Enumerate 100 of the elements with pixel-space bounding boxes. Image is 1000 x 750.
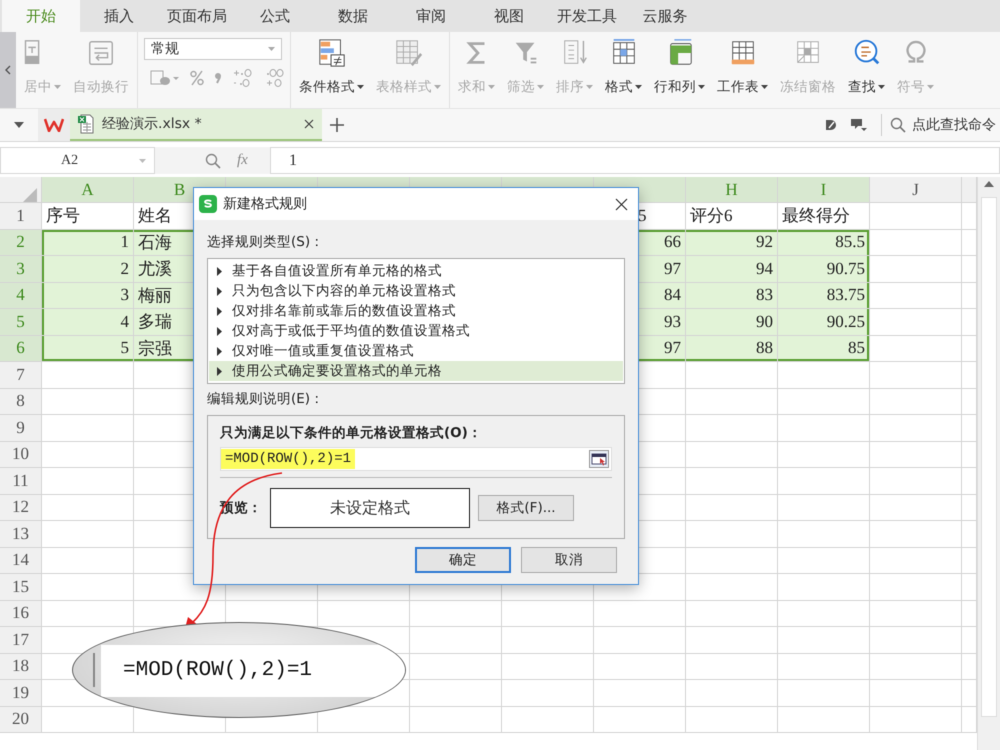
caret-icon bbox=[268, 47, 275, 51]
caret-icon bbox=[635, 85, 642, 89]
plus-icon[interactable] bbox=[330, 118, 344, 132]
format-button[interactable]: 格式(F)... bbox=[478, 495, 574, 521]
caret-icon bbox=[927, 85, 934, 89]
caret-icon bbox=[434, 85, 441, 89]
range-select-icon[interactable] bbox=[589, 450, 609, 468]
table-cell: 83 bbox=[686, 282, 778, 309]
row-header[interactable]: 4 bbox=[0, 282, 42, 309]
ribbon-button[interactable]: 格式 bbox=[601, 38, 646, 96]
row-header[interactable]: 19 bbox=[0, 680, 42, 706]
caret-icon bbox=[357, 85, 364, 89]
conditional-format-icon bbox=[316, 38, 346, 68]
caret-icon bbox=[878, 85, 885, 89]
row-header[interactable]: 5 bbox=[0, 309, 42, 336]
dialog-button[interactable]: 取消 bbox=[521, 547, 617, 573]
table-cell: 3 bbox=[42, 282, 134, 309]
row-header[interactable]: 9 bbox=[0, 415, 42, 442]
row-header[interactable]: 11 bbox=[0, 468, 42, 494]
ribbon-button[interactable]: 行和列 bbox=[650, 38, 709, 96]
row-header[interactable]: 20 bbox=[0, 706, 42, 733]
row-header[interactable]: 16 bbox=[0, 600, 42, 627]
search-icon bbox=[890, 117, 906, 133]
row-header[interactable]: 3 bbox=[0, 256, 42, 282]
dropdown-icon[interactable] bbox=[14, 122, 24, 128]
formula-text: =MOD(ROW(),2)=1 bbox=[123, 659, 312, 682]
table-cell: 88 bbox=[686, 336, 778, 362]
table-cell: 85 bbox=[778, 336, 870, 362]
table-cell: 92 bbox=[686, 230, 778, 256]
formula-input[interactable]: 1 bbox=[270, 147, 1000, 174]
dialog-button[interactable]: 确定 bbox=[415, 547, 511, 573]
row-header[interactable]: 2 bbox=[0, 230, 42, 256]
column-header[interactable]: I bbox=[778, 177, 870, 203]
comment-icon[interactable] bbox=[851, 118, 867, 132]
ribbon-button[interactable]: 查找 bbox=[844, 38, 889, 96]
pen-icon[interactable] bbox=[825, 119, 837, 131]
row-header[interactable]: 17 bbox=[0, 627, 42, 654]
expand-icon bbox=[217, 346, 222, 356]
scrollbar-thumb[interactable] bbox=[981, 197, 997, 717]
section-label: 编辑规则说明(E)： bbox=[207, 390, 324, 408]
document-tab[interactable]: 经验演示.xlsx * bbox=[70, 109, 322, 141]
menu-tab[interactable]: 审阅 bbox=[392, 0, 470, 32]
expand-icon bbox=[217, 366, 222, 376]
caret-icon bbox=[488, 85, 495, 89]
table-cell: 94 bbox=[686, 256, 778, 282]
table-cell: 4 bbox=[42, 309, 134, 336]
preview-box: 未设定格式 bbox=[270, 488, 470, 528]
expand-icon bbox=[217, 286, 222, 296]
row-header[interactable]: 1 bbox=[0, 203, 42, 230]
scroll-up-icon[interactable] bbox=[984, 181, 994, 187]
table-brush-icon bbox=[394, 38, 424, 68]
formula-field[interactable]: =MOD(ROW(),2)=1 bbox=[220, 447, 612, 471]
close-icon[interactable] bbox=[304, 119, 314, 129]
table-cell: 2 bbox=[42, 256, 134, 282]
row-header[interactable]: 15 bbox=[0, 574, 42, 600]
logo-icon[interactable] bbox=[44, 118, 64, 132]
menu-tab[interactable]: 插入 bbox=[80, 0, 158, 32]
table-cell: 90.75 bbox=[778, 256, 870, 282]
row-header[interactable]: 6 bbox=[0, 336, 42, 362]
column-header[interactable]: J bbox=[870, 177, 962, 203]
row-header[interactable]: 14 bbox=[0, 548, 42, 574]
rule-type-item[interactable]: 使用公式确定要设置格式的单元格 bbox=[209, 361, 623, 381]
spreadsheet-file-icon bbox=[78, 114, 94, 134]
caret-icon bbox=[139, 158, 146, 162]
row-header[interactable]: 8 bbox=[0, 388, 42, 415]
menu-tab[interactable]: 开发工具 bbox=[548, 0, 626, 32]
collapse-icon[interactable] bbox=[5, 65, 11, 75]
ribbon-button[interactable]: 工作表 bbox=[713, 38, 772, 96]
table-cell: 90 bbox=[686, 309, 778, 336]
close-icon[interactable] bbox=[615, 198, 628, 210]
menu-tab[interactable]: 云服务 bbox=[626, 0, 704, 32]
dialog-title: 新建格式规则 bbox=[223, 195, 308, 213]
row-header[interactable]: 7 bbox=[0, 362, 42, 388]
expand-icon bbox=[217, 266, 222, 276]
table-cell: 90.25 bbox=[778, 309, 870, 336]
menu-tab[interactable]: 公式 bbox=[236, 0, 314, 32]
wrap-text-icon bbox=[86, 38, 116, 68]
caret-icon bbox=[586, 85, 593, 89]
menu-tab[interactable]: 数据 bbox=[314, 0, 392, 32]
app-icon bbox=[199, 195, 217, 213]
table-cell: 1 bbox=[42, 230, 134, 256]
row-header[interactable]: 12 bbox=[0, 494, 42, 521]
menu-tab[interactable]: 视图 bbox=[470, 0, 548, 32]
row-header[interactable]: 10 bbox=[0, 442, 42, 468]
menu-tab[interactable]: 页面布局 bbox=[158, 0, 236, 32]
column-header[interactable]: A bbox=[42, 177, 134, 203]
expand-icon bbox=[217, 326, 222, 336]
table-cell: 83.75 bbox=[778, 282, 870, 309]
name-box[interactable]: A2 bbox=[0, 147, 155, 174]
menu-tab[interactable]: 开始 bbox=[2, 0, 80, 32]
column-header[interactable]: H bbox=[686, 177, 778, 203]
expand-icon bbox=[217, 306, 222, 316]
zoom-icon[interactable] bbox=[205, 152, 221, 168]
row-header[interactable]: 13 bbox=[0, 521, 42, 548]
condition-label: 只为满足以下条件的单元格设置格式(O)： bbox=[220, 425, 482, 441]
caret-icon bbox=[54, 85, 61, 89]
command-search[interactable]: 点此查找命令 bbox=[881, 114, 996, 136]
ribbon-button[interactable]: 条件格式 bbox=[295, 38, 368, 96]
row-header[interactable]: 18 bbox=[0, 654, 42, 680]
caret-icon bbox=[761, 85, 768, 89]
